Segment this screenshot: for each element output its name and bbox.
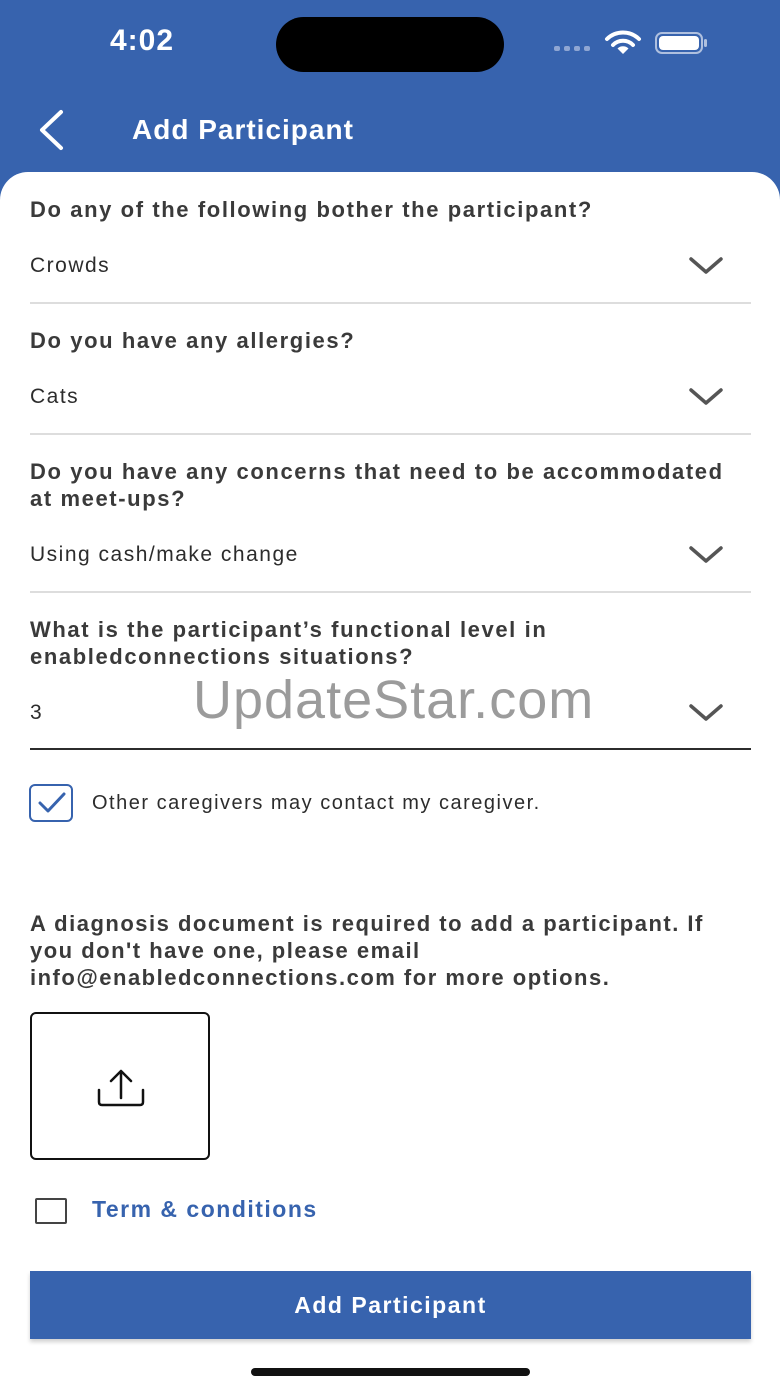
page-title: Add Participant <box>132 114 354 145</box>
back-button[interactable] <box>28 106 76 154</box>
battery-icon <box>655 32 707 54</box>
watermark: UpdateStar.com <box>193 670 595 730</box>
allergies-select[interactable]: Cats <box>30 371 751 427</box>
wifi-icon <box>605 30 641 54</box>
divider <box>30 302 751 304</box>
status-time: 4:02 <box>110 24 175 57</box>
bothers-select-value: Crowds <box>30 254 111 277</box>
contact-caregiver-label: Other caregivers may contact my caregive… <box>92 792 541 814</box>
divider <box>30 433 751 435</box>
chevron-down-icon <box>689 388 723 405</box>
dynamic-island <box>276 17 504 72</box>
question-label-functional-level: What is the participant’s functional lev… <box>30 617 548 669</box>
concerns-select-value: Using cash/make change <box>30 543 299 566</box>
chevron-down-icon <box>689 257 723 274</box>
chevron-down-icon <box>689 546 723 563</box>
question-label-allergies: Do you have any allergies? <box>30 328 356 353</box>
app-header: Add Participant <box>0 90 780 172</box>
terms-link[interactable]: Term & conditions <box>92 1196 318 1223</box>
add-participant-button[interactable]: Add Participant <box>30 1271 751 1339</box>
form-card: Do any of the following bother the parti… <box>0 172 780 1387</box>
chevron-left-icon <box>40 110 63 150</box>
divider <box>30 591 751 593</box>
bothers-select[interactable]: Crowds <box>30 240 751 296</box>
status-bar: 4:02 <box>0 0 780 90</box>
diagnosis-instructions: A diagnosis document is required to add … <box>30 911 704 990</box>
allergies-select-value: Cats <box>30 385 80 408</box>
checkmark-icon <box>38 792 66 813</box>
home-indicator <box>251 1368 530 1376</box>
chevron-down-icon <box>689 704 723 721</box>
question-label-concerns: Do you have any concerns that need to be… <box>30 459 724 511</box>
upload-document-button[interactable] <box>30 1012 210 1160</box>
divider-active <box>30 748 751 750</box>
cellular-signal-icon <box>554 46 590 51</box>
functional-level-select-value: 3 <box>30 701 44 724</box>
question-label-bothers: Do any of the following bother the parti… <box>30 197 593 222</box>
contact-caregiver-checkbox[interactable] <box>29 784 73 822</box>
upload-icon <box>97 1069 145 1107</box>
terms-checkbox[interactable] <box>35 1198 67 1224</box>
concerns-select[interactable]: Using cash/make change <box>30 529 751 585</box>
